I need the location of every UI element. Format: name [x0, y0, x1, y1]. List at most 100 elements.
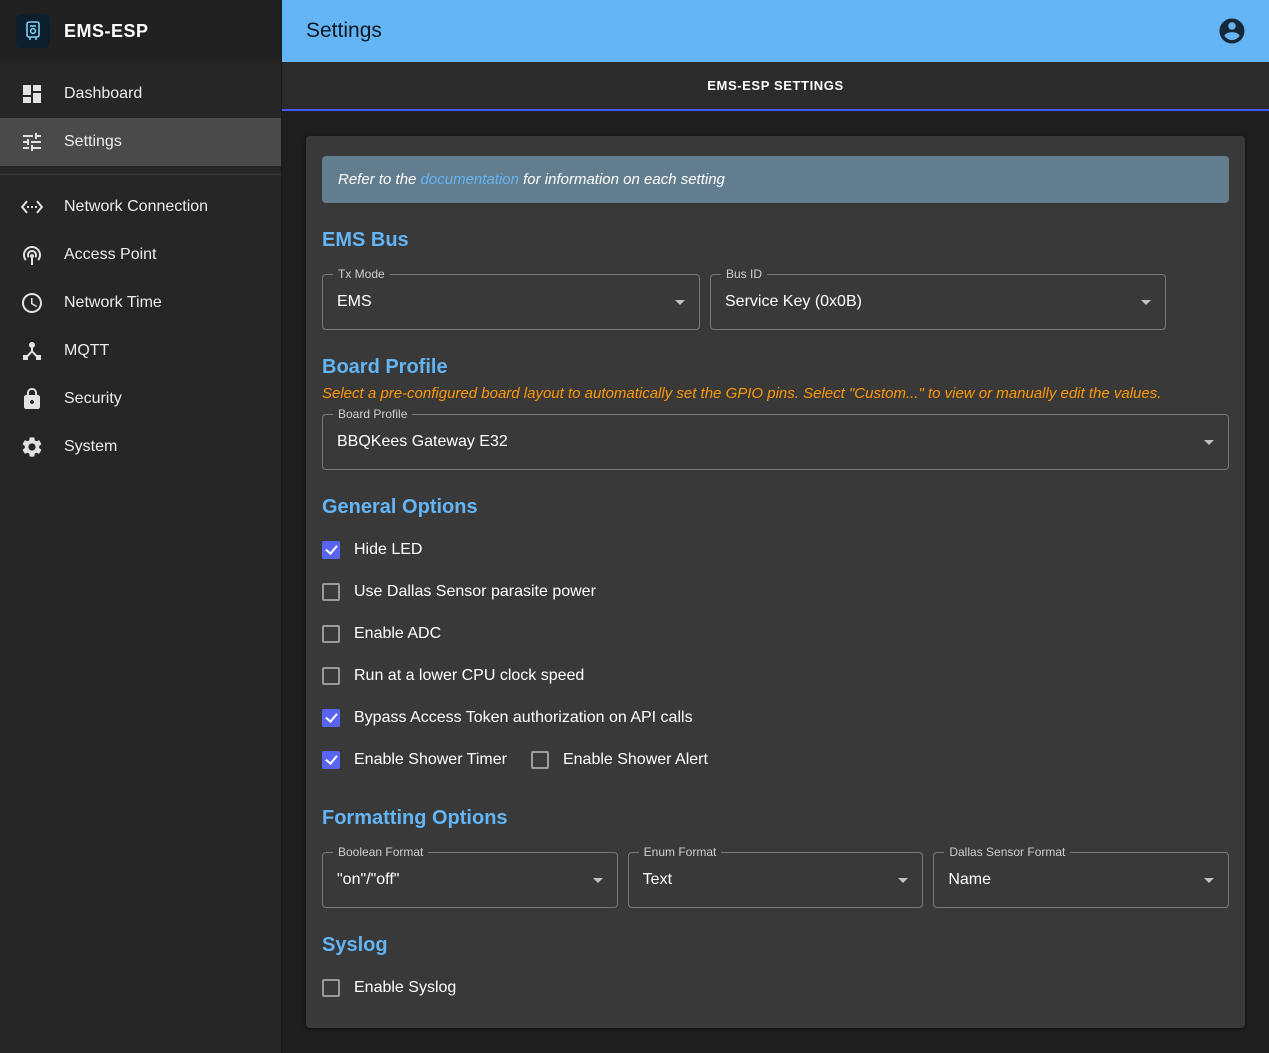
checkbox-label: Bypass Access Token authorization on API… [354, 709, 693, 727]
checkbox-bypass-token[interactable]: Bypass Access Token authorization on API… [322, 709, 693, 727]
clock-icon [20, 291, 44, 315]
dallas-sensor-format-label: Dallas Sensor Format [944, 845, 1070, 859]
dropdown-arrow-icon [1204, 878, 1214, 883]
content-area: Refer to the documentation for informati… [282, 111, 1269, 1053]
page-title: Settings [306, 19, 382, 43]
checkbox-row: Run at a lower CPU clock speed [322, 655, 1229, 697]
app-title: EMS-ESP [64, 21, 149, 42]
checkbox-label: Enable ADC [354, 625, 441, 643]
checkbox-hide-led[interactable]: Hide LED [322, 541, 422, 559]
sidebar: EMS-ESP Dashboard Settings Network Conne… [0, 0, 282, 1053]
section-heading-formatting-options: Formatting Options [322, 807, 1229, 830]
wifi-tethering-icon [20, 243, 44, 267]
formatting-row: Boolean Format "on"/"off" Enum Format Te… [322, 840, 1229, 908]
enum-format-label: Enum Format [639, 845, 722, 859]
checkbox-row: Use Dallas Sensor parasite power [322, 571, 1229, 613]
dashboard-icon [20, 82, 44, 106]
section-heading-ems-bus: EMS Bus [322, 229, 1229, 252]
section-heading-board-profile: Board Profile [322, 356, 1229, 379]
banner-text-after: for information on each setting [519, 171, 725, 188]
checkbox-row: Enable Shower Timer Enable Shower Alert [322, 739, 1229, 781]
gear-icon [20, 435, 44, 459]
tx-mode-select[interactable]: Tx Mode EMS [322, 274, 700, 330]
sidebar-item-label: Network Time [64, 294, 162, 312]
board-profile-hint: Select a pre-configured board layout to … [322, 385, 1229, 402]
bus-id-select[interactable]: Bus ID Service Key (0x0B) [710, 274, 1166, 330]
sidebar-nav: Dashboard Settings Network Connection Ac… [0, 62, 281, 471]
sidebar-item-label: System [64, 438, 117, 456]
checkbox-label: Use Dallas Sensor parasite power [354, 583, 596, 601]
sidebar-item-dashboard[interactable]: Dashboard [0, 70, 281, 118]
main-area: Settings EMS-ESP Settings Refer to the d… [282, 0, 1269, 1053]
info-banner: Refer to the documentation for informati… [322, 156, 1229, 203]
checkbox-enable-syslog[interactable]: Enable Syslog [322, 979, 456, 997]
section-heading-general-options: General Options [322, 496, 1229, 519]
checkbox-box[interactable] [322, 583, 340, 601]
sidebar-item-label: Security [64, 390, 122, 408]
sidebar-item-label: Dashboard [64, 85, 142, 103]
board-profile-select[interactable]: Board Profile BBQKees Gateway E32 [322, 414, 1229, 470]
board-profile-label: Board Profile [333, 407, 412, 421]
boolean-format-value: "on"/"off" [337, 871, 399, 889]
dropdown-arrow-icon [1141, 300, 1151, 305]
boolean-format-select[interactable]: Boolean Format "on"/"off" [322, 852, 618, 908]
banner-text-before: Refer to the [338, 171, 421, 188]
dropdown-arrow-icon [593, 878, 603, 883]
checkbox-box[interactable] [322, 751, 340, 769]
checkbox-box[interactable] [322, 541, 340, 559]
section-heading-syslog: Syslog [322, 934, 1229, 957]
checkbox-lower-cpu-speed[interactable]: Run at a lower CPU clock speed [322, 667, 584, 685]
checkbox-enable-adc[interactable]: Enable ADC [322, 625, 441, 643]
sidebar-item-settings[interactable]: Settings [0, 118, 281, 166]
checkbox-label: Enable Shower Alert [563, 751, 708, 769]
sidebar-item-network-time[interactable]: Network Time [0, 279, 281, 327]
app-logo-icon [16, 14, 50, 48]
ethernet-icon [20, 195, 44, 219]
sidebar-item-network-connection[interactable]: Network Connection [0, 183, 281, 231]
checkbox-row: Bypass Access Token authorization on API… [322, 697, 1229, 739]
checkbox-label: Enable Syslog [354, 979, 456, 997]
dropdown-arrow-icon [1204, 440, 1214, 445]
dropdown-arrow-icon [898, 878, 908, 883]
settings-card: Refer to the documentation for informati… [306, 136, 1245, 1028]
bus-id-label: Bus ID [721, 267, 767, 281]
documentation-link[interactable]: documentation [421, 171, 519, 188]
checkbox-row: Hide LED [322, 529, 1229, 571]
checkbox-dallas-parasite[interactable]: Use Dallas Sensor parasite power [322, 583, 596, 601]
bus-id-value: Service Key (0x0B) [725, 293, 862, 311]
tab-ems-esp-settings[interactable]: EMS-ESP Settings [691, 78, 860, 93]
checkbox-box[interactable] [531, 751, 549, 769]
tune-icon [20, 130, 44, 154]
sidebar-item-mqtt[interactable]: MQTT [0, 327, 281, 375]
dropdown-arrow-icon [675, 300, 685, 305]
enum-format-select[interactable]: Enum Format Text [628, 852, 924, 908]
dallas-sensor-format-select[interactable]: Dallas Sensor Format Name [933, 852, 1229, 908]
checkbox-box[interactable] [322, 979, 340, 997]
checkbox-shower-timer[interactable]: Enable Shower Timer [322, 751, 507, 769]
sidebar-divider [0, 174, 281, 175]
tx-mode-label: Tx Mode [333, 267, 390, 281]
sidebar-item-label: Access Point [64, 246, 156, 264]
app-bar: Settings [282, 0, 1269, 62]
checkbox-label: Enable Shower Timer [354, 751, 507, 769]
checkbox-label: Hide LED [354, 541, 422, 559]
checkbox-box[interactable] [322, 625, 340, 643]
sidebar-item-label: Network Connection [64, 198, 208, 216]
sidebar-item-system[interactable]: System [0, 423, 281, 471]
checkbox-row: Enable Syslog [322, 967, 1229, 1009]
checkbox-box[interactable] [322, 709, 340, 727]
checkbox-box[interactable] [322, 667, 340, 685]
sidebar-header: EMS-ESP [0, 0, 281, 62]
enum-format-value: Text [643, 871, 672, 889]
sidebar-item-security[interactable]: Security [0, 375, 281, 423]
account-circle-icon[interactable] [1217, 16, 1247, 46]
checkbox-label: Run at a lower CPU clock speed [354, 667, 584, 685]
sidebar-item-label: Settings [64, 133, 122, 151]
checkbox-shower-alert[interactable]: Enable Shower Alert [531, 751, 708, 769]
sidebar-item-label: MQTT [64, 342, 109, 360]
dallas-sensor-format-value: Name [948, 871, 991, 889]
board-profile-value: BBQKees Gateway E32 [337, 433, 508, 451]
sidebar-item-access-point[interactable]: Access Point [0, 231, 281, 279]
tx-mode-value: EMS [337, 293, 372, 311]
lock-icon [20, 387, 44, 411]
